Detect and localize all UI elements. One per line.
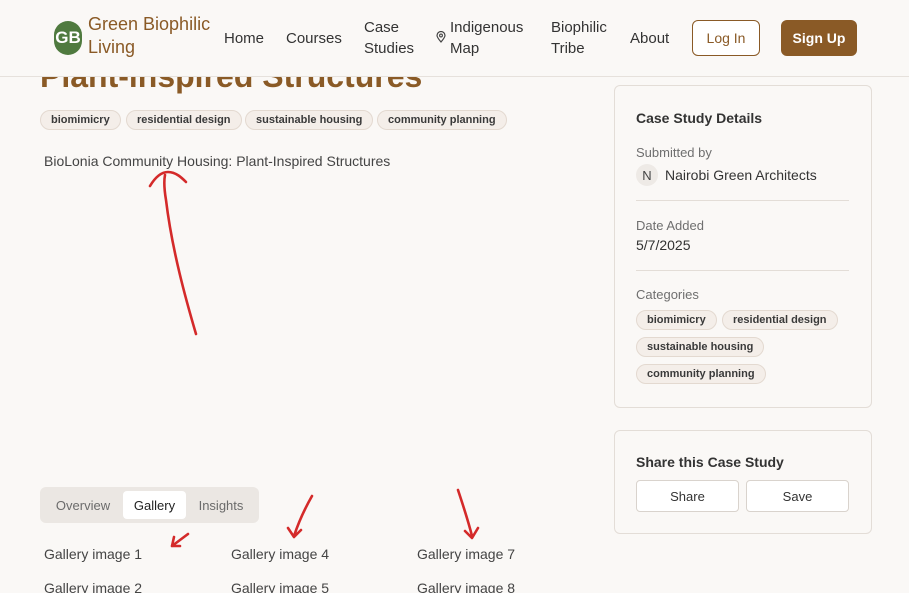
nav-tribe-line2: Tribe — [551, 40, 585, 57]
date-added: 5/7/2025 — [636, 237, 691, 253]
annotation-arrowhead-hero — [148, 170, 188, 188]
nav-case-studies-line2: Studies — [364, 40, 415, 57]
annotation-arrow-hero — [163, 173, 198, 336]
tag-biomimicry[interactable]: biomimicry — [40, 110, 121, 130]
map-pin-icon — [436, 31, 446, 43]
gallery-image-alt: Gallery image 8 — [417, 580, 516, 593]
nav-case-studies[interactable]: Case Studies — [364, 17, 414, 59]
brand-line-2: Living — [88, 37, 136, 57]
brand-line-1: Green Biophilic — [88, 14, 211, 34]
signup-button[interactable]: Sign Up — [781, 20, 857, 56]
gallery-image-5[interactable]: Gallery image 5 — [227, 580, 329, 593]
category-sustainable-housing[interactable]: sustainable housing — [636, 337, 765, 357]
tab-list: Overview Gallery Insights — [40, 487, 259, 523]
share-title: Share this Case Study — [636, 454, 784, 470]
category-residential-design[interactable]: residential design — [722, 310, 838, 330]
share-button[interactable]: Share — [636, 480, 739, 512]
nav-home[interactable]: Home — [224, 28, 264, 49]
nav-biophilic-tribe[interactable]: Biophilic Tribe — [551, 17, 607, 59]
submitter-name: Nairobi Green Architects — [665, 167, 817, 183]
tag-sustainable-housing[interactable]: sustainable housing — [245, 110, 374, 130]
details-title: Case Study Details — [636, 110, 763, 126]
nav-indigenous-line1: Indigenous — [450, 19, 524, 36]
tab-insights[interactable]: Insights — [188, 491, 254, 519]
tag-community-planning[interactable]: community planning — [377, 110, 507, 130]
gallery-image-1[interactable]: Gallery image 1 — [40, 546, 142, 562]
tab-overview[interactable]: Overview — [44, 491, 122, 519]
gallery-image-7[interactable]: Gallery image 7 — [413, 546, 515, 562]
logo-badge[interactable]: GB — [54, 21, 82, 55]
nav-tribe-line1: Biophilic — [551, 19, 607, 36]
gallery-image-alt: Gallery image 1 — [44, 546, 143, 562]
gallery-image-8[interactable]: Gallery image 8 — [413, 580, 515, 593]
brand-name[interactable]: Green Biophilic Living — [88, 13, 228, 59]
category-community-planning[interactable]: community planning — [636, 364, 766, 384]
nav-courses[interactable]: Courses — [286, 28, 342, 49]
tab-gallery[interactable]: Gallery — [123, 491, 186, 519]
gallery-image-4[interactable]: Gallery image 4 — [227, 546, 329, 562]
category-biomimicry[interactable]: biomimicry — [636, 310, 717, 330]
site-header: GB Green Biophilic Living Home Courses C… — [0, 0, 909, 77]
annotation-arrow-gallery-4 — [286, 494, 314, 539]
nav-indigenous-line2: Map — [450, 40, 480, 57]
gallery-image-alt: Gallery image 2 — [44, 580, 143, 593]
hero-image-alt: BioLonia Community Housing: Plant-Inspir… — [44, 153, 391, 169]
nav-indigenous-map[interactable]: Indigenous Map — [450, 17, 523, 59]
save-button[interactable]: Save — [746, 480, 849, 512]
gallery-image-alt: Gallery image 5 — [231, 580, 330, 593]
avatar: N — [636, 164, 658, 186]
login-button[interactable]: Log In — [692, 20, 760, 56]
divider — [636, 200, 849, 201]
nav-case-studies-line1: Case — [364, 19, 400, 36]
gallery-image-alt: Gallery image 4 — [231, 546, 330, 562]
gallery-image-alt: Gallery image 7 — [417, 546, 516, 562]
nav-about[interactable]: About — [630, 28, 669, 49]
submitted-by-label: Submitted by — [636, 145, 712, 160]
tag-residential-design[interactable]: residential design — [126, 110, 242, 130]
annotation-arrow-gallery-1 — [170, 532, 190, 548]
categories-label: Categories — [636, 287, 699, 302]
gallery-image-2[interactable]: Gallery image 2 — [40, 580, 142, 593]
date-label: Date Added — [636, 218, 704, 233]
hero-image: BioLonia Community Housing: Plant-Inspir… — [40, 153, 390, 169]
annotation-arrow-gallery-7 — [456, 488, 480, 540]
divider — [636, 270, 849, 271]
